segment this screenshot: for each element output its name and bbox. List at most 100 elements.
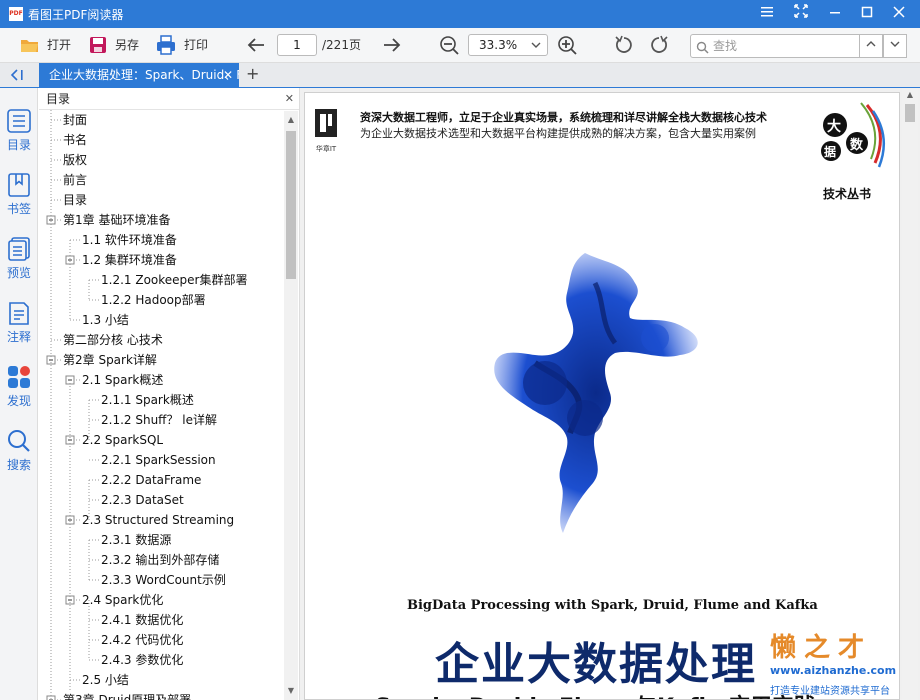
logo-char-ju: 据 (824, 145, 837, 159)
toc-item[interactable]: 2.5 小结 (82, 670, 129, 690)
toc-item[interactable]: 1.3 小结 (82, 310, 129, 330)
discover-icon (8, 366, 30, 388)
menu-icon[interactable] (752, 2, 782, 26)
open-folder-icon[interactable] (19, 34, 41, 56)
search-input[interactable]: 查找 (690, 34, 860, 58)
sidebar-item-bookmarks[interactable]: 书签 (0, 162, 38, 222)
toc-item[interactable]: 2.2.2 DataFrame (101, 470, 201, 490)
sidebar-item-label: 注释 (6, 330, 31, 344)
close-icon[interactable]: ✕ (285, 88, 294, 110)
tab-bar: 企业大数据处理：Spark、Druid、Flume与Kafka ✕ + (0, 63, 920, 88)
toc-item[interactable]: 2.2.3 DataSet (101, 490, 184, 510)
sidebar-item-label: 目录 (6, 138, 31, 152)
rotate-right-icon[interactable] (648, 34, 670, 56)
english-title: BigData Processing with Spark, Druid, Fl… (407, 598, 818, 613)
bookmark-icon (8, 173, 30, 197)
toc-item[interactable]: 2.3 Structured Streaming (82, 510, 234, 530)
toc-item[interactable]: 2.3.1 数据源 (101, 530, 171, 550)
minimize-button[interactable] (820, 2, 850, 26)
toc-item[interactable]: 2.4.3 参数优化 (101, 650, 183, 670)
toc-item[interactable]: 第1章 基础环境准备 (63, 210, 170, 230)
maximize-button[interactable] (852, 2, 882, 26)
toc-item[interactable]: 2.3.3 WordCount示例 (101, 570, 226, 590)
scroll-up-icon[interactable]: ▲ (284, 113, 298, 127)
zoom-in-icon[interactable] (556, 34, 578, 56)
prev-page-icon[interactable] (245, 34, 267, 56)
document-tab[interactable]: 企业大数据处理：Spark、Druid、Flume与Kafka ✕ (39, 63, 239, 88)
toc-scroll-thumb[interactable] (286, 131, 296, 279)
ink-smoke-illustration (475, 243, 715, 543)
toc-item[interactable]: 书名 (63, 130, 87, 150)
toc-item[interactable]: 第3章 Druid原理及部署 (63, 690, 191, 700)
toc-item[interactable]: 2.1 Spark概述 (82, 370, 163, 390)
search-next-button[interactable] (883, 34, 907, 58)
save-as-button[interactable]: 另存 (115, 33, 139, 57)
toolbar: 打开 另存 打印 1 /221页 33.3% 查找 (0, 28, 920, 63)
chinese-title: 企业大数据处理 (435, 639, 757, 690)
page-number-input[interactable]: 1 (277, 34, 317, 56)
bigdata-logo: 大 数 据 (817, 101, 887, 181)
search-prev-button[interactable] (859, 34, 883, 58)
toc-item[interactable]: 1.2.1 Zookeeper集群部署 (101, 270, 247, 290)
toc-item[interactable]: 2.1.1 Spark概述 (101, 390, 194, 410)
publisher-logo: 华章IT (311, 107, 341, 153)
toc-item[interactable]: 前言 (63, 170, 87, 190)
toc-item[interactable]: 2.2.1 SparkSession (101, 450, 216, 470)
print-button[interactable]: 打印 (184, 33, 208, 57)
toc-item[interactable]: 版权 (63, 150, 87, 170)
sidebar-item-discover[interactable]: 发现 (0, 354, 38, 414)
chevron-down-icon (531, 35, 541, 62)
sidebar-item-label: 搜索 (6, 458, 31, 472)
side-panel-bar: 目录 书签 预览 注释 发现 搜索 (0, 88, 38, 700)
collapse-sidebar-icon[interactable] (10, 68, 26, 85)
app-logo-icon: PDF (9, 7, 23, 21)
new-tab-button[interactable]: + (246, 64, 259, 83)
toc-item[interactable]: 2.2 SparkSQL (82, 430, 163, 450)
sidebar-item-preview[interactable]: 预览 (0, 226, 38, 286)
pdf-page: 华章IT 资深大数据工程师，立足于企业真实场景，系统梳理和详尽讲解全栈大数据核心… (304, 92, 900, 700)
sidebar-item-label: 发现 (6, 394, 31, 408)
toc-item[interactable]: 2.3.2 输出到外部存储 (101, 550, 219, 570)
printer-icon[interactable] (155, 34, 177, 56)
toc-item[interactable]: 目录 (63, 190, 87, 210)
zoom-select[interactable]: 33.3% (468, 34, 548, 56)
toc-item[interactable]: 2.4 Spark优化 (82, 590, 163, 610)
sidebar-item-search[interactable]: 搜索 (0, 418, 38, 478)
scroll-down-icon[interactable]: ▼ (284, 684, 298, 698)
toc-item[interactable]: 第二部分核 心技术 (63, 330, 163, 350)
watermark-desc: 打造专业建站资源共享平台 (770, 686, 890, 697)
sidebar-item-label: 预览 (6, 266, 31, 280)
publisher-mark: 华章IT (315, 145, 337, 153)
cover-subtitle: Spark、Druid、Flume与Kafka应用实践 (375, 689, 816, 699)
close-tab-icon[interactable]: ✕ (223, 63, 233, 88)
sidebar-item-annotation[interactable]: 注释 (0, 290, 38, 350)
close-button[interactable] (884, 2, 914, 26)
zoom-out-icon[interactable] (438, 34, 460, 56)
cover-slogan-2: 为企业大数据技术选型和大数据平台构建提供成熟的解决方案，包含大量实用案例 (360, 127, 756, 140)
logo-char-shu: 数 (850, 138, 864, 153)
watermark-name: 懒之才 (770, 633, 873, 663)
toc-item[interactable]: 2.1.2 Shuff？ le详解 (101, 410, 217, 430)
zoom-value: 33.3% (479, 38, 518, 52)
toc-item[interactable]: 2.4.2 代码优化 (101, 630, 183, 650)
rotate-left-icon[interactable] (613, 34, 635, 56)
toc-panel: 目录 ✕ 封面 书名 版权 前言 目录 第1章 基础环境准备 1.1 软件环境准备 1.2 集… (39, 88, 300, 700)
search-placeholder: 查找 (713, 39, 738, 53)
fullscreen-icon[interactable] (786, 2, 816, 26)
toc-scrollbar[interactable]: ▲ ▼ (284, 111, 298, 700)
preview-icon (8, 237, 30, 261)
open-button[interactable]: 打开 (47, 33, 71, 57)
toc-item[interactable]: 2.4.1 数据优化 (101, 610, 183, 630)
scroll-up-icon[interactable]: ▲ (902, 88, 918, 102)
toc-item[interactable]: 1.1 软件环境准备 (82, 230, 177, 250)
toc-item[interactable]: 封面 (63, 110, 87, 130)
viewer-scrollbar[interactable]: ▲ (902, 88, 918, 700)
sidebar-item-toc[interactable]: 目录 (0, 98, 38, 158)
toc-item[interactable]: 1.2.2 Hadoop部署 (101, 290, 206, 310)
next-page-icon[interactable] (381, 34, 403, 56)
viewer-scroll-thumb[interactable] (905, 104, 915, 122)
document-viewer[interactable]: 华章IT 资深大数据工程师，立足于企业真实场景，系统梳理和详尽讲解全栈大数据核心… (300, 88, 920, 700)
toc-item[interactable]: 1.2 集群环境准备 (82, 250, 177, 270)
save-as-icon[interactable] (87, 34, 109, 56)
toc-item[interactable]: 第2章 Spark详解 (63, 350, 157, 370)
